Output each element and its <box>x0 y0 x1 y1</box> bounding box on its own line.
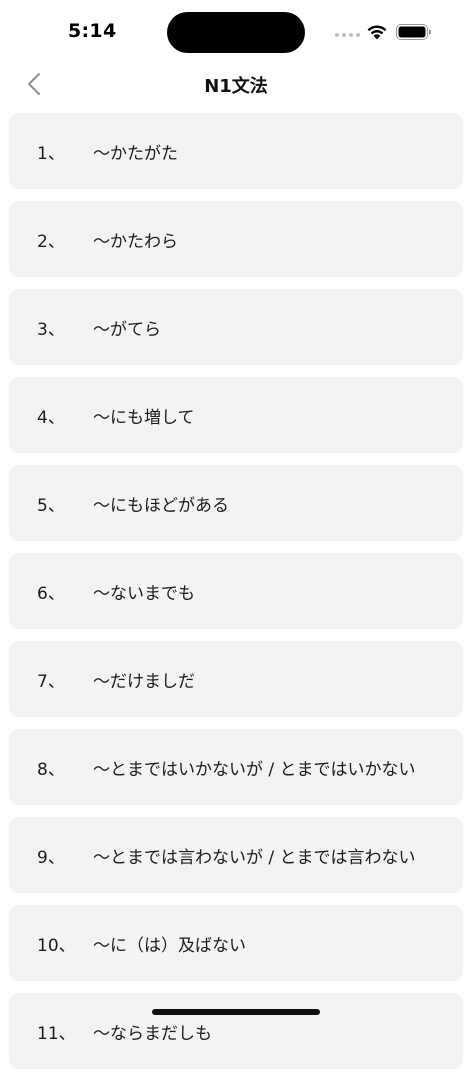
list-item[interactable]: 2、 ～かたわら <box>9 201 463 277</box>
list-item-label: ～にも増して <box>93 407 195 428</box>
status-bar: 5:14 <box>0 0 472 62</box>
list-item-label: ～とまでは言わないが / とまでは言わない <box>93 847 416 868</box>
battery-icon <box>396 24 431 40</box>
list-item-label: ～かたわら <box>93 231 178 252</box>
status-time: 5:14 <box>68 20 117 42</box>
navigation-bar: N1文法 <box>0 62 472 106</box>
home-indicator[interactable] <box>152 1009 320 1015</box>
list-item[interactable]: 3、 ～がてら <box>9 289 463 365</box>
list-item-number: 11、 <box>37 1023 76 1044</box>
list-item-number: 6、 <box>37 583 65 604</box>
list-item-label: ～に（は）及ばない <box>93 935 246 956</box>
list-item-number: 2、 <box>37 231 65 252</box>
list-item-number: 5、 <box>37 495 65 516</box>
list-item[interactable]: 8、 ～とまではいかないが / とまではいかない <box>9 729 463 805</box>
dynamic-island <box>167 12 305 53</box>
list-item-number: 3、 <box>37 319 65 340</box>
list-item-number: 9、 <box>37 847 65 868</box>
list-item-number: 10、 <box>37 935 76 956</box>
list-item[interactable]: 9、 ～とまでは言わないが / とまでは言わない <box>9 817 463 893</box>
page-title: N1文法 <box>204 76 268 97</box>
list-item[interactable]: 5、 ～にもほどがある <box>9 465 463 541</box>
wifi-icon <box>367 25 387 40</box>
list-item-label: ～かたがた <box>93 143 178 164</box>
list-item[interactable]: 4、 ～にも増して <box>9 377 463 453</box>
list-item[interactable]: 10、 ～に（は）及ばない <box>9 905 463 981</box>
list-item-number: 1、 <box>37 143 65 164</box>
grammar-list: 1、 ～かたがた 2、 ～かたわら 3、 ～がてら 4、 ～にも増して 5、 ～… <box>9 113 463 1081</box>
list-item-label: ～とまではいかないが / とまではいかない <box>93 759 416 780</box>
list-item[interactable]: 1、 ～かたがた <box>9 113 463 189</box>
list-item-label: ～だけましだ <box>93 671 195 692</box>
list-item-label: ～ないまでも <box>93 583 195 604</box>
list-item-number: 8、 <box>37 759 65 780</box>
list-item-number: 4、 <box>37 407 65 428</box>
list-item-label: ～にもほどがある <box>93 495 229 516</box>
list-item[interactable]: 6、 ～ないまでも <box>9 553 463 629</box>
list-item-number: 7、 <box>37 671 65 692</box>
list-item[interactable]: 7、 ～だけましだ <box>9 641 463 717</box>
list-item[interactable]: 11、 ～ならまだしも <box>9 993 463 1069</box>
cellular-signal-icon <box>335 33 360 37</box>
list-item-label: ～ならまだしも <box>93 1023 212 1044</box>
list-item-label: ～がてら <box>93 319 161 340</box>
